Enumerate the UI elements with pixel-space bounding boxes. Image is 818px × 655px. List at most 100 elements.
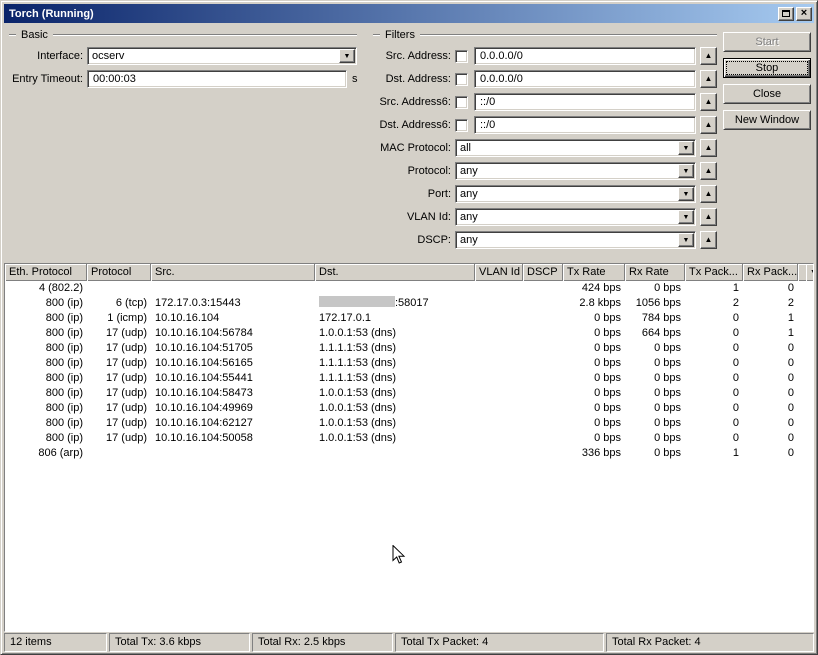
cell-src: 10.10.16.104:55441 (155, 372, 253, 384)
cell-rxp: 0 (787, 387, 794, 399)
src-address6-up-button[interactable]: ▲ (700, 93, 717, 111)
table-row[interactable]: 800 (ip) 17 (udp) 10.10.16.104:56165 1.1.1.… (5, 356, 813, 371)
stop-button[interactable]: Stop (723, 58, 811, 78)
src-address-input[interactable] (474, 47, 696, 65)
cell-rx: 0 bps (654, 417, 681, 429)
maximize-button[interactable] (778, 6, 794, 21)
cell-filler (798, 311, 813, 326)
cell-rxp: 0 (787, 417, 794, 429)
column-header-rx-rate[interactable]: Rx Rate (625, 264, 685, 281)
mac-protocol-dropdown-button[interactable]: ▼ (678, 141, 694, 155)
cell-txp: 0 (732, 432, 739, 444)
cell-vlan (475, 446, 523, 461)
port-label: Port: (427, 188, 451, 200)
cell-dscp (523, 296, 563, 311)
titlebar[interactable]: Torch (Running) × (4, 4, 814, 23)
cell-txp: 0 (732, 387, 739, 399)
interface-input[interactable] (88, 49, 339, 63)
table-row[interactable]: 800 (ip) 6 (tcp) 172.17.0.3:15443:58017 2.8… (5, 296, 813, 311)
protocol-up-button[interactable]: ▲ (700, 162, 717, 180)
column-chooser-button[interactable]: ▼ (806, 264, 813, 281)
table-row[interactable]: 806 (arp) 336 bps 0 bps 1 0 (5, 446, 813, 461)
cell-dst: 1.1.1.1:53 (dns) (319, 372, 397, 384)
cell-vlan (475, 431, 523, 446)
close-button[interactable]: Close (723, 84, 811, 104)
port-up-button[interactable]: ▲ (700, 185, 717, 203)
filter-row-port: Port: ▼ ▲ (373, 185, 717, 203)
mac-protocol-up-button[interactable]: ▲ (700, 139, 717, 157)
column-header-dscp[interactable]: DSCP (523, 264, 563, 281)
up-arrow-icon: ▲ (704, 143, 713, 152)
filters-rows: Src. Address:▲Dst. Address:▲Src. Address… (373, 47, 717, 249)
column-header-eth-protocol[interactable]: Eth. Protocol (5, 264, 87, 281)
cell-filler (798, 416, 813, 431)
up-arrow-icon: ▲ (704, 166, 713, 175)
mac-protocol-input[interactable] (456, 141, 678, 155)
column-header-rx-packets[interactable]: Rx Pack... (743, 264, 798, 281)
table-row[interactable]: 800 (ip) 17 (udp) 10.10.16.104:56784 1.0.0.… (5, 326, 813, 341)
cell-txp: 0 (732, 312, 739, 324)
table-row[interactable]: 800 (ip) 17 (udp) 10.10.16.104:50058 1.0.0.… (5, 431, 813, 446)
status-total-rx-packet: Total Rx Packet: 4 (606, 633, 814, 652)
filter-row-dst-address: Dst. Address: ▲ (373, 70, 717, 88)
redacted-address (319, 296, 395, 307)
src-address6-label: Src. Address6: (379, 96, 451, 108)
protocol-dropdown-button[interactable]: ▼ (678, 164, 694, 178)
cell-tx: 0 bps (594, 357, 621, 369)
column-header-vlan-id[interactable]: VLAN Id (475, 264, 523, 281)
action-buttons: Start Stop Close New Window (723, 32, 811, 136)
port-dropdown-button[interactable]: ▼ (678, 187, 694, 201)
status-bar: 12 items Total Tx: 3.6 kbps Total Rx: 2.… (4, 633, 814, 652)
cell-dscp (523, 281, 563, 296)
dscp-up-button[interactable]: ▲ (700, 231, 717, 249)
dscp-input[interactable] (456, 233, 678, 247)
src-address-up-button[interactable]: ▲ (700, 47, 717, 65)
filters-legend: Filters (385, 29, 415, 41)
interface-dropdown-button[interactable]: ▼ (339, 49, 355, 63)
cell-rx: 0 bps (654, 402, 681, 414)
cell-rx: 0 bps (654, 357, 681, 369)
cell-eth: 806 (arp) (38, 447, 83, 459)
table-row[interactable]: 800 (ip) 17 (udp) 10.10.16.104:62127 1.0.0.… (5, 416, 813, 431)
table-row[interactable]: 800 (ip) 17 (udp) 10.10.16.104:51705 1.1.1.… (5, 341, 813, 356)
vlan-id-dropdown-button[interactable]: ▼ (678, 210, 694, 224)
chevron-down-icon: ▼ (810, 269, 813, 276)
up-arrow-icon: ▲ (704, 189, 713, 198)
chevron-down-icon: ▼ (682, 167, 690, 175)
titlebar-close-button[interactable]: × (796, 6, 812, 21)
entry-timeout-input[interactable] (87, 70, 347, 88)
column-header-protocol[interactable]: Protocol (87, 264, 151, 281)
protocol-input[interactable] (456, 164, 678, 178)
cell-vlan (475, 281, 523, 296)
src-address-checkbox[interactable] (455, 49, 468, 63)
dscp-dropdown-button[interactable]: ▼ (678, 233, 694, 247)
table-row[interactable]: 4 (802.2) 424 bps 0 bps 1 0 (5, 281, 813, 296)
dst-address6-up-button[interactable]: ▲ (700, 116, 717, 134)
new-window-button[interactable]: New Window (723, 110, 811, 130)
column-header-tx-packets[interactable]: Tx Pack... (685, 264, 743, 281)
vlan-id-up-button[interactable]: ▲ (700, 208, 717, 226)
table-row[interactable]: 800 (ip) 17 (udp) 10.10.16.104:55441 1.1.1.… (5, 371, 813, 386)
entry-timeout-label: Entry Timeout: (12, 73, 83, 85)
table-row[interactable]: 800 (ip) 17 (udp) 10.10.16.104:58473 1.0.0.… (5, 386, 813, 401)
cell-tx: 2.8 kbps (579, 297, 621, 309)
table-row[interactable]: 800 (ip) 1 (icmp) 10.10.16.104 172.17.0.1 0 … (5, 311, 813, 326)
cell-src: 10.10.16.104:56784 (155, 327, 253, 339)
cell-vlan (475, 401, 523, 416)
src-address6-checkbox[interactable] (455, 95, 468, 109)
column-header-dst[interactable]: Dst. (315, 264, 475, 281)
dst-address6-checkbox[interactable] (455, 118, 468, 132)
src-address6-input[interactable] (474, 93, 696, 111)
dst-address6-input[interactable] (474, 116, 696, 134)
port-input[interactable] (456, 187, 678, 201)
cell-src: 172.17.0.3:15443 (155, 297, 241, 309)
column-header-src[interactable]: Src. (151, 264, 315, 281)
dst-address-input[interactable] (474, 70, 696, 88)
vlan-id-input[interactable] (456, 210, 678, 224)
chevron-down-icon: ▼ (343, 52, 351, 60)
dst-address-checkbox[interactable] (455, 72, 468, 86)
column-header-tx-rate[interactable]: Tx Rate (563, 264, 625, 281)
table-row[interactable]: 800 (ip) 17 (udp) 10.10.16.104:49969 1.0.0.… (5, 401, 813, 416)
up-arrow-icon: ▲ (704, 212, 713, 221)
dst-address-up-button[interactable]: ▲ (700, 70, 717, 88)
